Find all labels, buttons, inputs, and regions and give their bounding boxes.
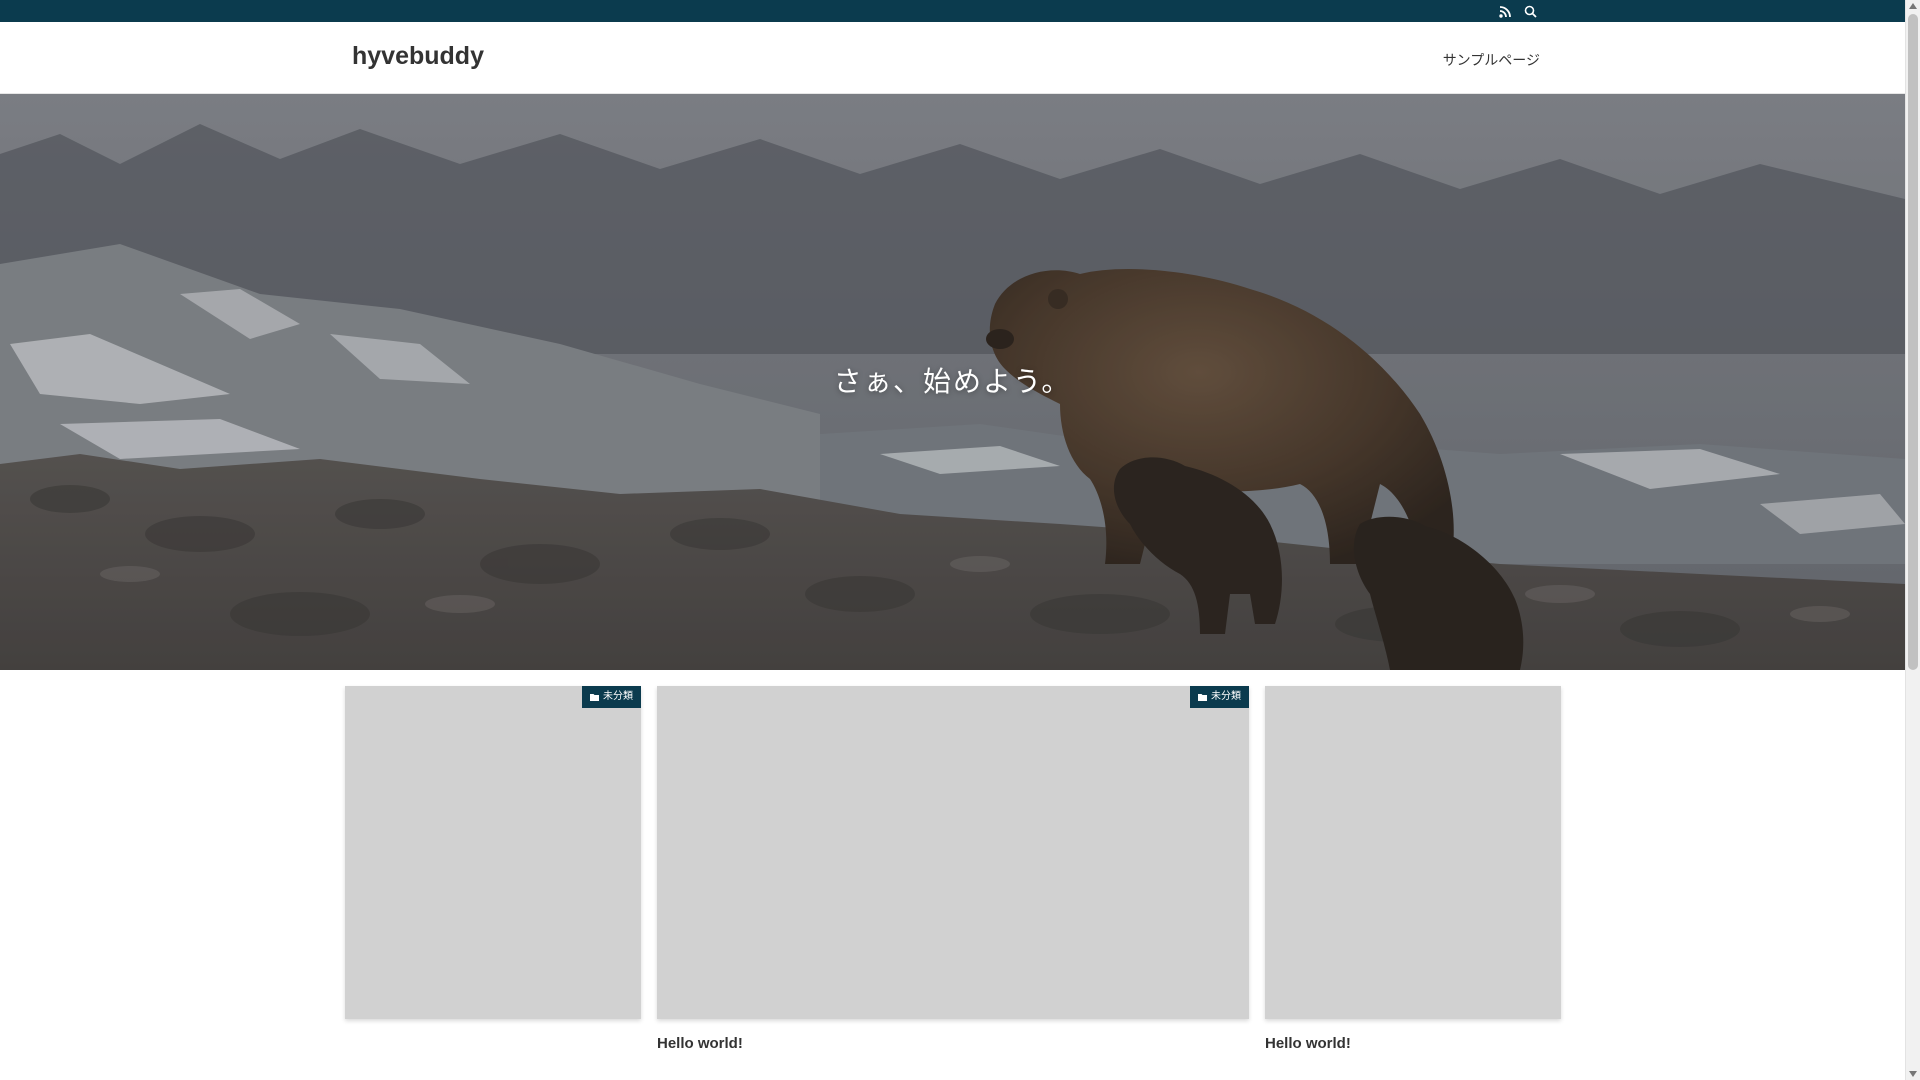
post-card[interactable]: Hello world!	[1265, 686, 1561, 1052]
nav-item-sample-page[interactable]: サンプルページ	[1443, 50, 1540, 70]
site-title[interactable]: hyvebuddy	[352, 42, 484, 71]
top-bar	[0, 0, 1905, 22]
site-header: hyvebuddy サンプルページ	[0, 22, 1905, 94]
scroll-down-arrow-icon[interactable]	[1909, 1071, 1917, 1077]
scroll-thumb[interactable]	[1908, 14, 1918, 670]
folder-icon	[1198, 694, 1207, 701]
post-list: 未分類 未分類 Hello world! Hello world!	[0, 686, 1905, 1080]
category-label: 未分類	[603, 691, 633, 702]
folder-icon	[590, 694, 599, 701]
category-label: 未分類	[1211, 691, 1241, 702]
category-badge[interactable]: 未分類	[1190, 686, 1249, 708]
post-card[interactable]: 未分類	[345, 686, 641, 1035]
scroll-up-arrow-icon[interactable]	[1909, 3, 1917, 9]
post-title[interactable]: Hello world!	[657, 1035, 1249, 1052]
post-card[interactable]: 未分類 Hello world!	[657, 686, 1249, 1052]
category-badge[interactable]: 未分類	[582, 686, 641, 708]
search-icon[interactable]	[1522, 3, 1538, 19]
rss-icon[interactable]	[1497, 3, 1513, 19]
top-bar-icons	[1497, 3, 1538, 19]
post-thumbnail[interactable]: 未分類	[345, 686, 641, 1019]
page-scrollbar[interactable]	[1905, 0, 1920, 1080]
hero-caption: さぁ、始めよう。	[833, 365, 1072, 398]
hero-banner: さぁ、始めよう。	[0, 94, 1905, 670]
post-thumbnail[interactable]	[1265, 686, 1561, 1019]
post-title[interactable]: Hello world!	[1265, 1035, 1561, 1052]
post-thumbnail[interactable]: 未分類	[657, 686, 1249, 1019]
